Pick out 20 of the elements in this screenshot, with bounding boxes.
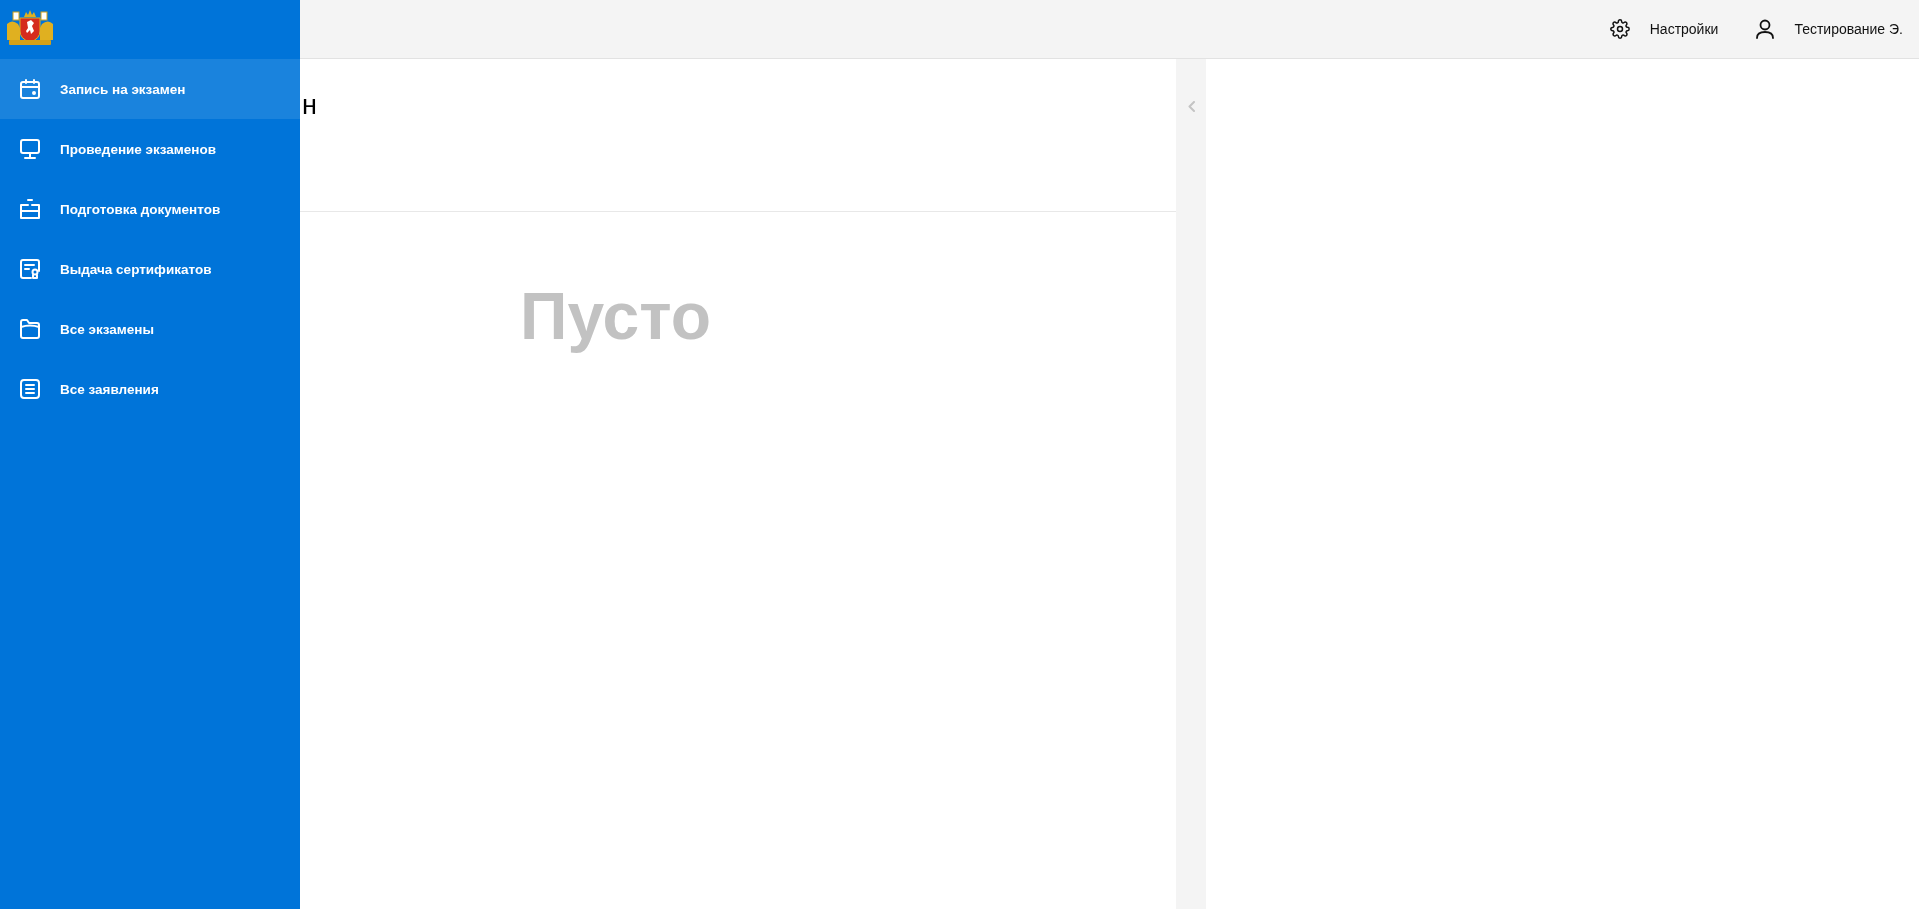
user-button[interactable]: Тестирование Э. (1756, 19, 1903, 39)
sidebar-item[interactable]: Все заявления (0, 359, 300, 419)
sidebar-item[interactable]: Выдача сертификатов (0, 239, 300, 299)
list-icon (20, 379, 40, 399)
calendar-icon (20, 79, 40, 99)
sidebar-item[interactable]: Подготовка документов (0, 179, 300, 239)
certificate-icon (20, 259, 40, 279)
settings-button[interactable]: Настройки (1609, 19, 1719, 39)
sidebar-item[interactable]: Все экзамены (0, 299, 300, 359)
folder-icon (20, 319, 40, 339)
page-title: н (302, 92, 317, 119)
user-icon (1756, 19, 1775, 39)
sidebar-item[interactable]: Проведение экзаменов (0, 119, 300, 179)
monitor-icon (20, 139, 40, 159)
sidebar-item[interactable]: Запись на экзамен (0, 59, 300, 119)
emblem-logo (6, 10, 54, 46)
settings-icon (1609, 19, 1630, 39)
tray-icon (20, 199, 40, 219)
chevron-left-icon (1187, 101, 1195, 112)
panel-collapse-handle[interactable] (1176, 59, 1206, 909)
